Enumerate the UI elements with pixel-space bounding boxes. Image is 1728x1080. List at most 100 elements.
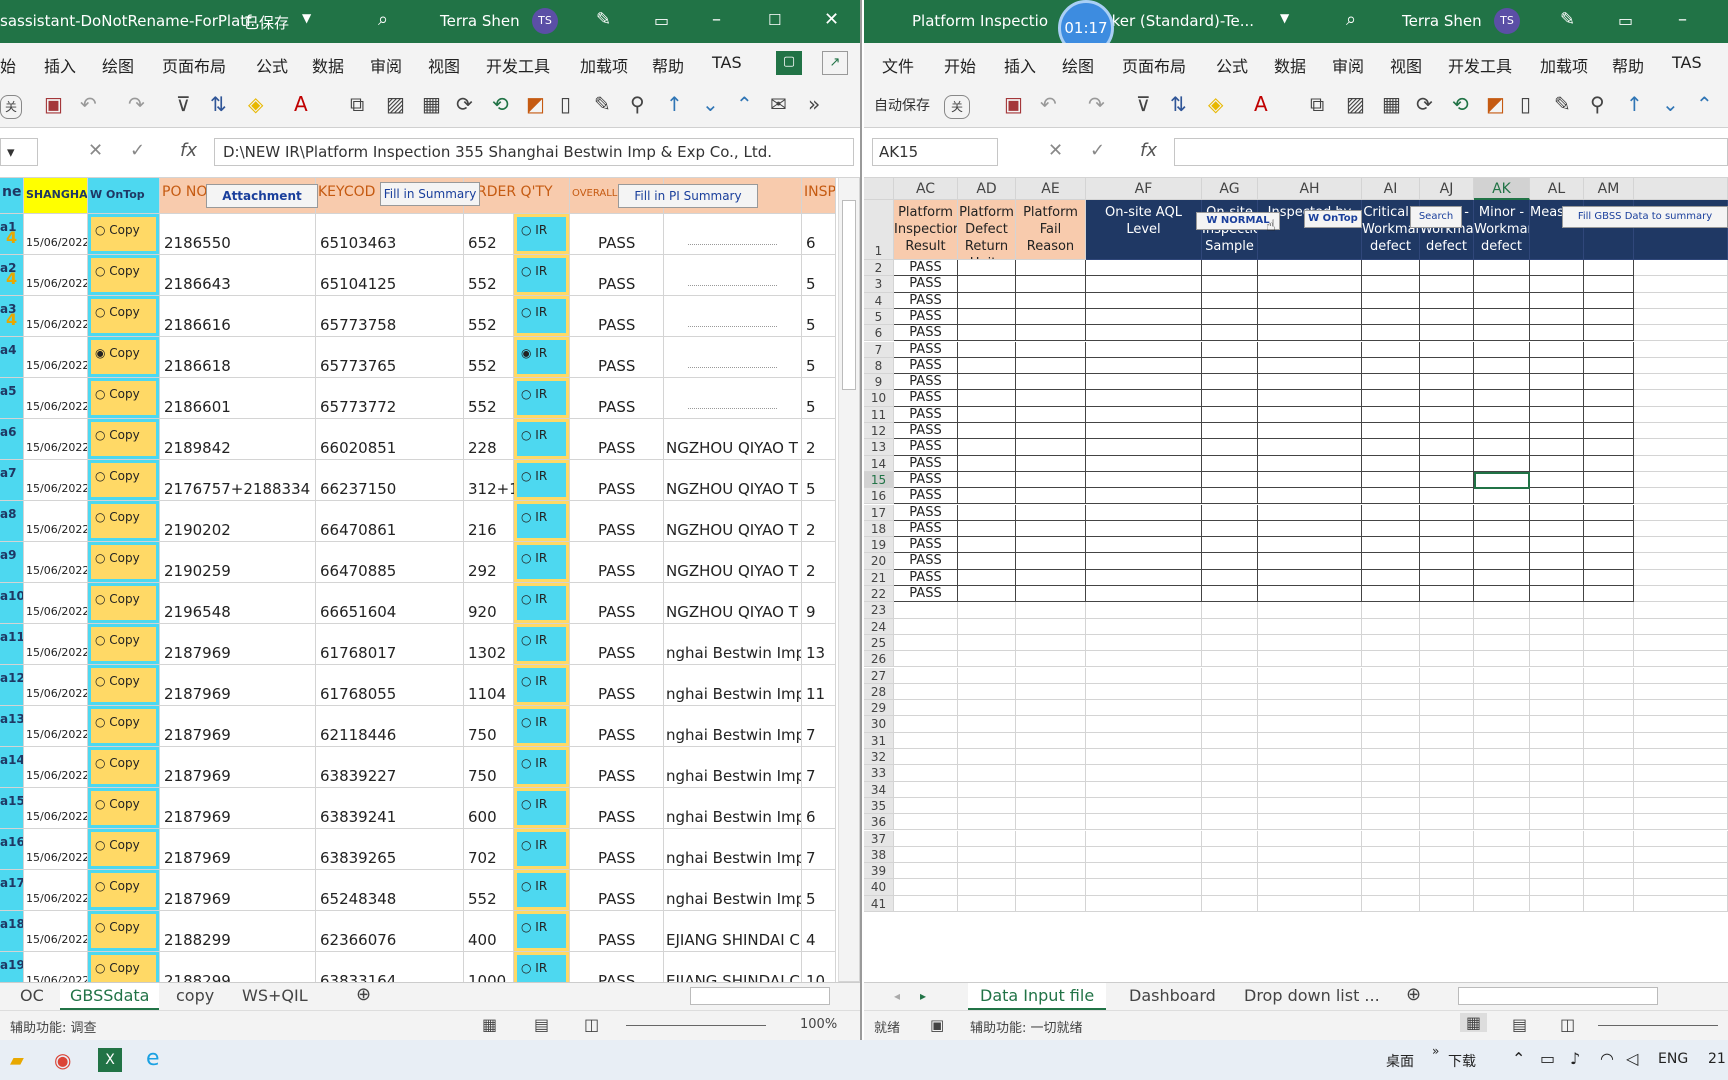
grid-cell[interactable] (1016, 732, 1086, 749)
grid-cell[interactable] (1362, 814, 1420, 831)
download-label[interactable]: 下载 (1448, 1051, 1476, 1071)
grid-cell[interactable] (1420, 341, 1474, 358)
grid-cell[interactable] (1016, 895, 1086, 912)
grid-cell[interactable] (1258, 586, 1362, 603)
ir-radio[interactable]: ○ IR (517, 873, 566, 907)
grid-cell[interactable] (1420, 797, 1474, 815)
menu-view[interactable]: 视图 (428, 53, 460, 77)
grid-cell[interactable] (1420, 618, 1474, 635)
grid-cell[interactable] (894, 618, 958, 635)
grid-cell[interactable] (1016, 569, 1086, 586)
ir-option[interactable]: ○ IR (514, 214, 570, 255)
grid-cell[interactable] (1584, 732, 1634, 749)
menu-file[interactable]: 文件 (882, 53, 914, 77)
redo-icon[interactable]: ↷ (1088, 93, 1105, 115)
grid-cell[interactable] (1530, 488, 1584, 505)
row-header[interactable]: 20 (864, 553, 894, 570)
result-cell[interactable]: PASS (894, 390, 958, 407)
grid-cell[interactable] (894, 716, 958, 733)
grid-cell[interactable] (958, 781, 1016, 798)
radio-icon[interactable]: ○ (95, 551, 109, 565)
row-header[interactable]: 3 (864, 276, 894, 293)
grid-cell[interactable] (1016, 781, 1086, 798)
grid-cell[interactable] (1202, 732, 1258, 749)
grid-cell[interactable] (958, 602, 1016, 619)
grid-cell[interactable] (1202, 846, 1258, 864)
grid-cell[interactable] (1086, 553, 1202, 570)
close-icon[interactable]: ✕ (824, 9, 839, 30)
normal-view-icon[interactable]: ▦ (482, 1015, 497, 1034)
copy-radio[interactable]: ○ Copy (91, 914, 156, 948)
result-cell[interactable]: PASS (894, 520, 958, 538)
grid-cell[interactable] (958, 260, 1016, 277)
grid-cell[interactable] (1362, 423, 1420, 440)
grid-cell[interactable] (894, 651, 958, 668)
grid-cell[interactable] (1420, 520, 1474, 538)
grid-cell[interactable] (1584, 781, 1634, 798)
ir-option[interactable]: ○ IR (514, 255, 570, 296)
grid-cell[interactable] (1086, 846, 1202, 864)
grid-cell[interactable] (1202, 439, 1258, 456)
copy-option[interactable]: ○ Copy (88, 829, 160, 870)
grid-cell[interactable] (1016, 520, 1086, 538)
grid-cell[interactable] (1258, 390, 1362, 407)
grid-cell[interactable] (958, 471, 1016, 489)
grid-cell[interactable] (1202, 602, 1258, 619)
row-header[interactable]: 41 (864, 895, 894, 912)
arrow-up-icon[interactable]: ↑ (1626, 93, 1643, 115)
enter-icon[interactable]: ✓ (1090, 140, 1105, 161)
grid-cell[interactable] (1086, 732, 1202, 749)
grid-cell[interactable] (1202, 520, 1258, 538)
grid-cell[interactable] (1474, 814, 1530, 831)
edit-icon[interactable]: ✎ (1554, 93, 1571, 115)
grid-cell[interactable] (894, 683, 958, 701)
radio-icon[interactable]: ○ (521, 674, 535, 688)
menu-insert[interactable]: 插入 (1004, 53, 1036, 77)
radio-icon[interactable]: ○ (521, 592, 535, 606)
menu-developer[interactable]: 开发工具 (486, 53, 550, 77)
grid-cell[interactable] (958, 374, 1016, 391)
grid-cell[interactable] (1634, 749, 1728, 766)
function-icon[interactable]: fx (1140, 140, 1157, 161)
grid-cell[interactable] (1420, 390, 1474, 407)
grid-cell[interactable] (1584, 765, 1634, 782)
document-icon[interactable]: ▯ (1520, 93, 1531, 115)
grid-cell[interactable] (1474, 732, 1530, 749)
pin-icon[interactable]: ⚲ (630, 93, 645, 115)
grid-cell[interactable] (1530, 863, 1584, 880)
grid-cell[interactable] (1086, 749, 1202, 766)
undo-icon[interactable]: ↶ (80, 93, 97, 115)
row-header[interactable]: 29 (864, 700, 894, 717)
grid-cell[interactable] (1362, 602, 1420, 619)
grid-cell[interactable] (1634, 586, 1728, 603)
grid-cell[interactable] (1584, 276, 1634, 293)
ir-option[interactable]: ○ IR (514, 624, 570, 665)
grid-cell[interactable] (1016, 455, 1086, 472)
grid-cell[interactable] (958, 732, 1016, 749)
copy-option[interactable]: ○ Copy (88, 624, 160, 665)
chevron-up-icon[interactable]: ⌃ (1512, 1049, 1525, 1068)
grid-cell[interactable] (1634, 260, 1728, 277)
grid-cell[interactable] (1420, 846, 1474, 864)
grid-cell[interactable] (894, 749, 958, 766)
tab-ws-qil[interactable]: WS+QIL (242, 986, 308, 1005)
grid-cell[interactable] (1530, 618, 1584, 635)
grid-cell[interactable] (1530, 749, 1584, 766)
grid-cell[interactable] (1530, 537, 1584, 554)
grid-cell[interactable] (1584, 520, 1634, 538)
grid-cell[interactable] (1530, 308, 1584, 326)
grid-cell[interactable] (1420, 863, 1474, 880)
filter-icon[interactable]: ⊽ (176, 93, 191, 115)
result-cell[interactable]: PASS (894, 439, 958, 456)
grid-cell[interactable] (1086, 423, 1202, 440)
theme-icon[interactable]: ◩ (526, 93, 545, 115)
copy-radio[interactable]: ○ Copy (91, 504, 156, 538)
grid-cell[interactable] (1634, 406, 1728, 423)
grid-cell[interactable] (958, 357, 1016, 375)
grid-cell[interactable] (1474, 879, 1530, 896)
grid-cell[interactable] (1634, 504, 1728, 521)
grid-cell[interactable] (1420, 781, 1474, 798)
grid-cell[interactable] (1474, 586, 1530, 603)
ir-radio[interactable]: ○ IR (517, 709, 566, 743)
copy-radio[interactable]: ○ Copy (91, 545, 156, 579)
